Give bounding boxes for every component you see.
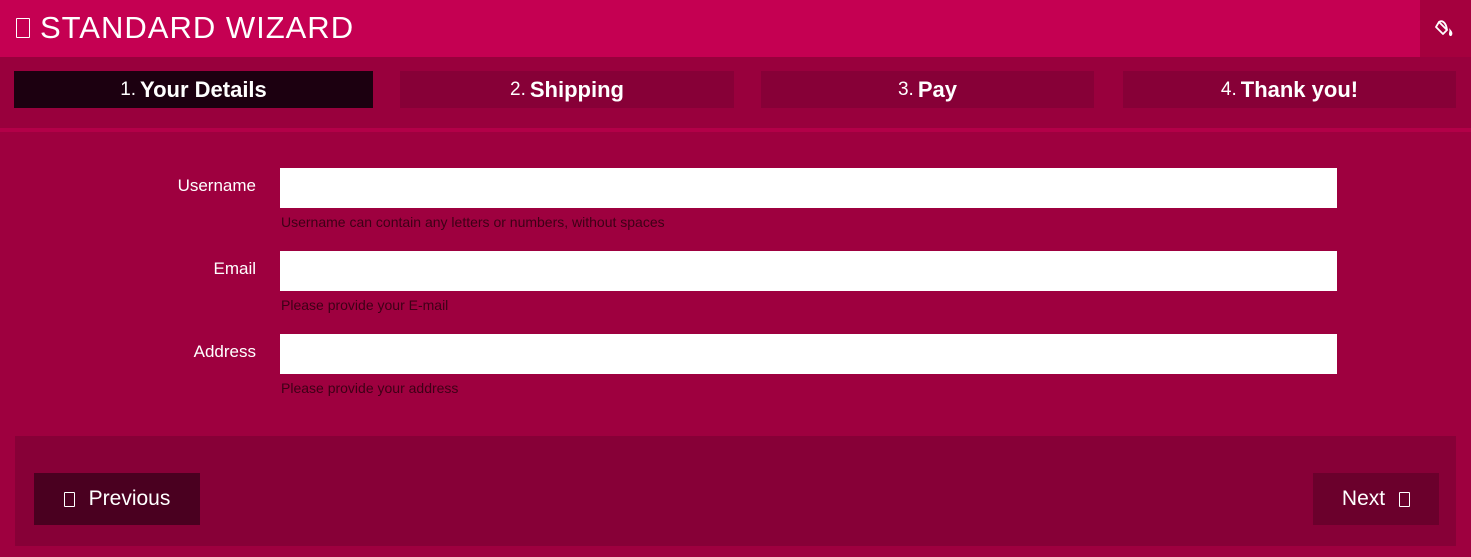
address-input[interactable] bbox=[280, 334, 1337, 374]
wizard-steps: 1. Your Details 2. Shipping 3. Pay 4. Th… bbox=[0, 57, 1471, 132]
paint-bucket-icon bbox=[1434, 19, 1452, 36]
address-label: Address bbox=[193, 342, 256, 361]
email-hint: Please provide your E-mail bbox=[281, 297, 449, 313]
step-number: 3. bbox=[897, 78, 914, 100]
header-title-group: STANDARD WIZARD bbox=[16, 10, 354, 46]
step-pay[interactable]: 3. Pay bbox=[761, 71, 1094, 108]
email-label: Email bbox=[213, 259, 256, 278]
step-number: 4. bbox=[1220, 78, 1237, 100]
step-thank-you[interactable]: 4. Thank you! bbox=[1123, 71, 1456, 108]
missing-glyph-icon bbox=[16, 18, 30, 38]
step-shipping[interactable]: 2. Shipping bbox=[400, 71, 734, 108]
step-label: Thank you! bbox=[1240, 76, 1359, 102]
step-your-details[interactable]: 1. Your Details bbox=[14, 71, 373, 108]
wizard-header: STANDARD WIZARD bbox=[0, 0, 1471, 57]
next-button[interactable]: Next bbox=[1313, 473, 1439, 525]
next-label: Next bbox=[1341, 487, 1386, 510]
step-label: Pay bbox=[917, 76, 957, 102]
wizard-title: STANDARD WIZARD bbox=[40, 10, 355, 45]
wizard-footer: Previous Next bbox=[15, 436, 1456, 546]
missing-glyph-icon bbox=[63, 491, 75, 507]
username-hint: Username can contain any letters or numb… bbox=[281, 214, 665, 230]
email-input[interactable] bbox=[280, 251, 1337, 291]
step-number: 2. bbox=[510, 78, 526, 100]
step-number: 1. bbox=[120, 78, 137, 100]
previous-label: Previous bbox=[88, 487, 171, 510]
username-input[interactable] bbox=[280, 168, 1337, 208]
step-label: Shipping bbox=[529, 76, 624, 102]
step-label: Your Details bbox=[140, 76, 267, 102]
address-hint: Please provide your address bbox=[281, 380, 459, 396]
username-label: Username bbox=[177, 176, 256, 195]
previous-button[interactable]: Previous bbox=[34, 473, 200, 525]
style-toggle-button[interactable] bbox=[1420, 0, 1471, 57]
missing-glyph-icon bbox=[1399, 491, 1411, 507]
